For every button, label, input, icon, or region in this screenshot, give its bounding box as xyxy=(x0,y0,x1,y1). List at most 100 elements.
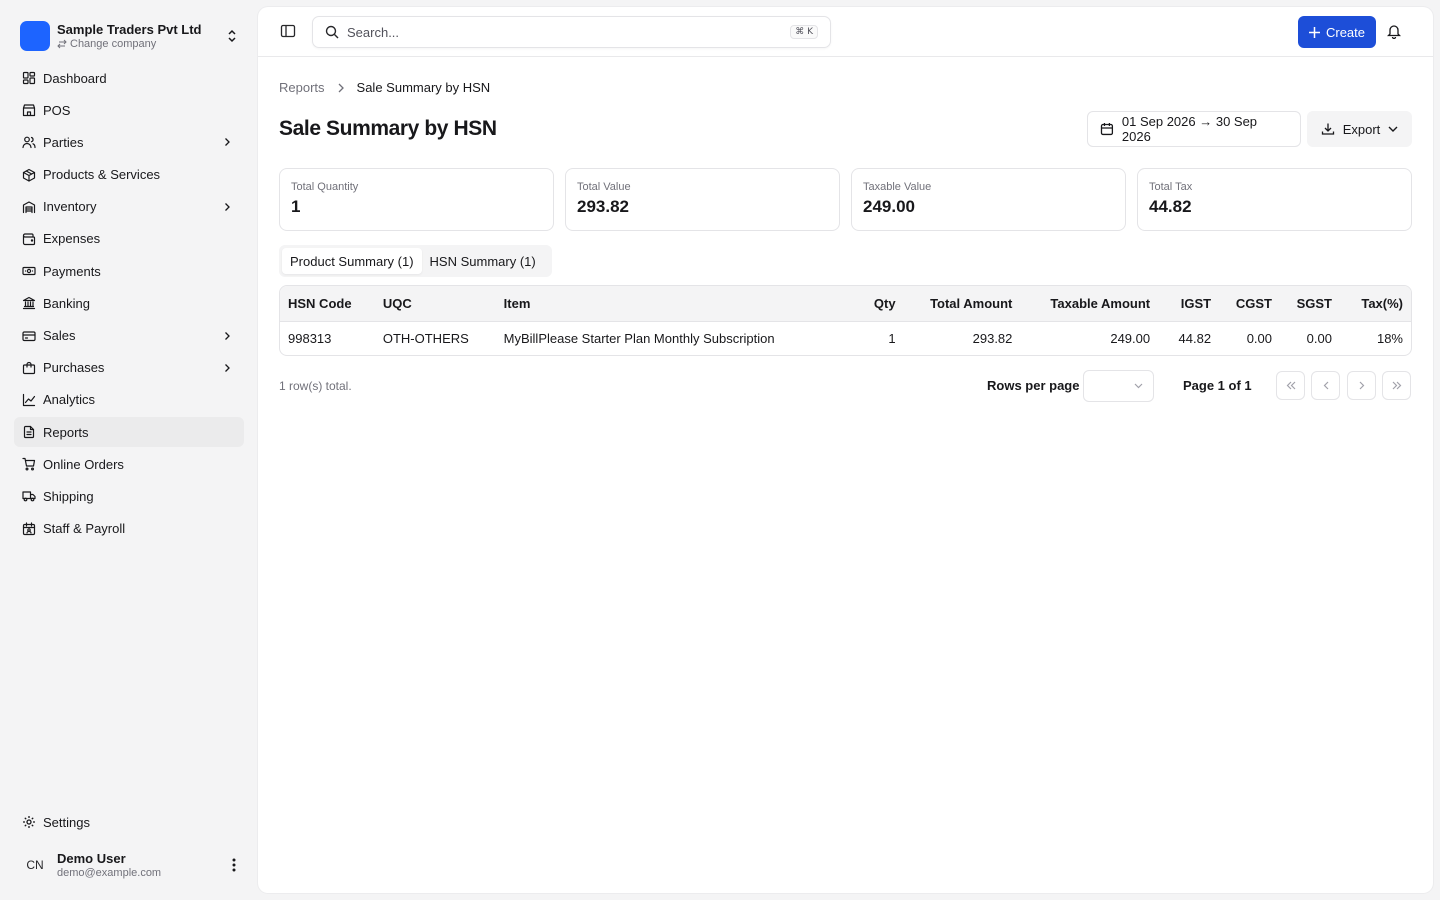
date-range-picker[interactable]: 01 Sep 2026 → 30 Sep 2026 xyxy=(1087,111,1301,147)
summary-card-taxable-value: Taxable Value 249.00 xyxy=(851,168,1126,231)
topbar: Search... ⌘ K Create xyxy=(258,7,1433,57)
sidebar-item-parties[interactable]: Parties xyxy=(14,127,244,157)
breadcrumb: Reports Sale Summary by HSN xyxy=(279,80,490,95)
sidebar-item-label: Inventory xyxy=(43,199,97,215)
sidebar-item-sales[interactable]: Sales xyxy=(14,321,244,351)
sidebar-item-label: Online Orders xyxy=(43,456,124,472)
column-header-total-amount[interactable]: Total Amount xyxy=(903,286,1021,322)
breadcrumb-reports[interactable]: Reports xyxy=(279,80,325,95)
cell-cgst: 0.00 xyxy=(1246,330,1273,346)
chevron-down-icon xyxy=(1388,126,1398,132)
sidebar-item-label: Sales xyxy=(43,328,76,343)
sidebar-item-staff-and-payroll[interactable]: Staff & Payroll xyxy=(14,514,244,544)
sidebar-item-label: Settings xyxy=(43,814,90,830)
rows-per-page-label: Rows per page xyxy=(987,378,1080,393)
date-range-label: 01 Sep 2026 → 30 Sep 2026 xyxy=(1121,114,1258,144)
chevron-right-icon xyxy=(220,200,234,214)
sidebar-item-settings[interactable]: Settings xyxy=(14,807,244,837)
sidebar: Sample Traders Pvt Ltd Change company Da… xyxy=(0,0,258,900)
column-header-hsn-code[interactable]: HSN Code xyxy=(280,286,375,322)
card-label: Total Quantity xyxy=(291,181,359,193)
chevron-right-icon xyxy=(220,329,234,343)
create-button[interactable]: Create xyxy=(1298,16,1376,48)
previous-page-button[interactable] xyxy=(1311,371,1340,400)
cell-tax-percent: 18% xyxy=(1376,330,1403,346)
search-icon xyxy=(325,25,339,39)
summary-card-total-tax: Total Tax 44.82 xyxy=(1137,168,1412,231)
cell-total-amount: 293.82 xyxy=(972,330,1013,346)
tab-product-summary[interactable]: Product Summary (1) xyxy=(282,248,422,274)
export-button[interactable]: Export xyxy=(1307,111,1412,147)
sidebar-item-products-and-services[interactable]: Products & Services xyxy=(14,160,244,190)
rows-per-page-select[interactable] xyxy=(1083,370,1154,402)
sidebar-item-purchases[interactable]: Purchases xyxy=(14,353,244,383)
calendar-icon xyxy=(1100,123,1114,136)
sidebar-item-expenses[interactable]: Expenses xyxy=(14,224,244,254)
chevrons-right-icon xyxy=(1392,381,1401,390)
file-text-icon xyxy=(22,425,36,439)
card-label: Total Tax xyxy=(1149,181,1193,193)
sidebar-item-label: Analytics xyxy=(43,392,96,408)
sidebar-item-pos[interactable]: POS xyxy=(14,95,244,125)
search-placeholder: Search... xyxy=(347,24,400,40)
company-logo xyxy=(20,21,50,51)
search-input[interactable]: Search... ⌘ K xyxy=(312,16,831,48)
sidebar-item-reports[interactable]: Reports xyxy=(14,417,244,448)
card-label: Taxable Value xyxy=(863,181,932,193)
users-icon xyxy=(22,135,36,149)
page-title: Sale Summary by HSN xyxy=(279,117,497,140)
card-value: 293.82 xyxy=(577,197,629,216)
chevrons-up-down-icon xyxy=(224,28,240,44)
column-header-taxable-amount[interactable]: Taxable Amount xyxy=(1020,286,1159,322)
sidebar-item-label: Shipping xyxy=(43,488,94,504)
company-info: Sample Traders Pvt Ltd Change company xyxy=(57,22,224,51)
chevron-right-icon xyxy=(220,361,234,375)
sidebar-item-inventory[interactable]: Inventory xyxy=(14,192,244,222)
change-company-link[interactable]: Change company xyxy=(57,37,224,51)
sidebar-item-dashboard[interactable]: Dashboard xyxy=(14,63,244,93)
rows-total: 1 row(s) total. xyxy=(279,379,352,393)
next-page-button[interactable] xyxy=(1347,371,1376,400)
search-shortcut: ⌘ K xyxy=(790,25,818,39)
sidebar-item-label: POS xyxy=(43,102,71,118)
company-switcher[interactable]: Sample Traders Pvt Ltd Change company xyxy=(20,20,240,52)
tab-hsn-summary[interactable]: HSN Summary (1) xyxy=(422,248,544,274)
change-company-label: Change company xyxy=(70,37,157,50)
card-value: 249.00 xyxy=(863,197,915,216)
column-header-qty[interactable]: Qty xyxy=(849,286,904,322)
column-header-uqc[interactable]: UQC xyxy=(374,286,496,322)
gear-icon xyxy=(22,815,36,829)
sidebar-toggle-icon[interactable] xyxy=(280,23,298,41)
column-header-cgst[interactable]: CGST xyxy=(1219,286,1281,322)
more-vertical-icon[interactable] xyxy=(226,855,242,875)
sidebar-item-payments[interactable]: Payments xyxy=(14,256,244,286)
column-header-igst[interactable]: IGST xyxy=(1158,286,1220,322)
download-icon xyxy=(1321,123,1334,135)
card-label: Total Value xyxy=(577,181,631,193)
sidebar-item-banking[interactable]: Banking xyxy=(14,288,244,318)
sidebar-item-label: Payments xyxy=(43,263,101,279)
sidebar-item-analytics[interactable]: Analytics xyxy=(14,385,244,415)
column-header-item[interactable]: Item xyxy=(495,286,850,322)
sidebar-item-shipping[interactable]: Shipping xyxy=(14,481,244,511)
sidebar-item-label: Banking xyxy=(43,295,90,311)
user-menu[interactable]: CN Demo User demo@example.com xyxy=(20,848,242,882)
cell-hsn-code: 998313 xyxy=(288,330,332,346)
dashboard-icon xyxy=(22,71,36,85)
wallet-icon xyxy=(22,232,36,246)
sidebar-item-online-orders[interactable]: Online Orders xyxy=(14,449,244,479)
last-page-button[interactable] xyxy=(1382,371,1411,400)
bell-icon[interactable] xyxy=(1386,23,1403,41)
table-header-row: HSN Code UQC Item Qty Total Amount Taxab… xyxy=(280,286,1411,322)
sidebar-item-label: Parties xyxy=(43,134,84,150)
package-icon xyxy=(22,168,36,182)
table-row[interactable]: 998313 OTH-OTHERS MyBillPlease Starter P… xyxy=(280,321,1411,355)
cell-uqc: OTH-OTHERS xyxy=(382,330,469,346)
sidebar-item-label: Products & Services xyxy=(43,167,161,183)
first-page-button[interactable] xyxy=(1276,371,1305,400)
column-header-sgst[interactable]: SGST xyxy=(1280,286,1340,322)
sidebar-item-label: Staff & Payroll xyxy=(43,521,126,537)
cell-item: MyBillPlease Starter Plan Monthly Subscr… xyxy=(503,330,775,346)
column-header-tax-percent[interactable]: Tax(%) xyxy=(1339,286,1411,322)
company-name: Sample Traders Pvt Ltd xyxy=(57,21,202,37)
